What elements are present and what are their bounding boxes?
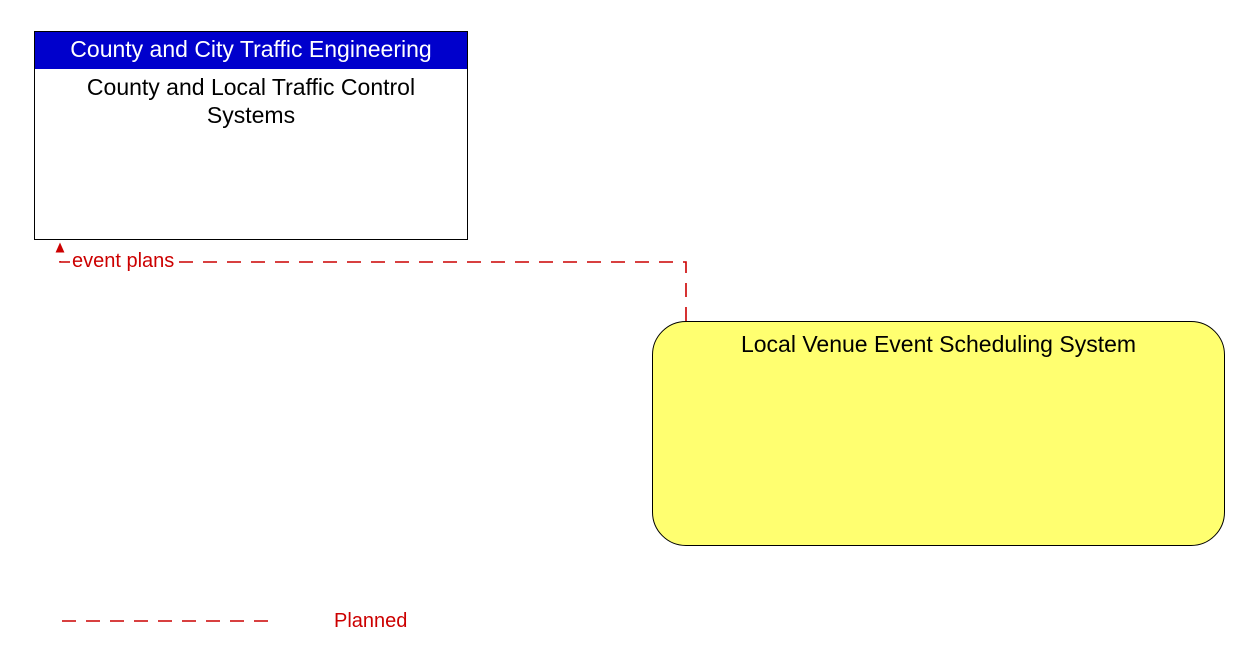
entity-venue-scheduling: Local Venue Event Scheduling System: [652, 321, 1225, 546]
entity-venue-title: Local Venue Event Scheduling System: [653, 330, 1224, 359]
entity-county-title: County and Local Traffic Control Systems: [35, 69, 467, 133]
legend-planned-label: Planned: [334, 610, 407, 632]
architecture-diagram: County and City Traffic Engineering Coun…: [0, 0, 1252, 658]
flow-event-plans-label: event plans: [70, 250, 176, 272]
entity-county-header: County and City Traffic Engineering: [35, 32, 467, 69]
entity-county-traffic-control: County and City Traffic Engineering Coun…: [34, 31, 468, 240]
